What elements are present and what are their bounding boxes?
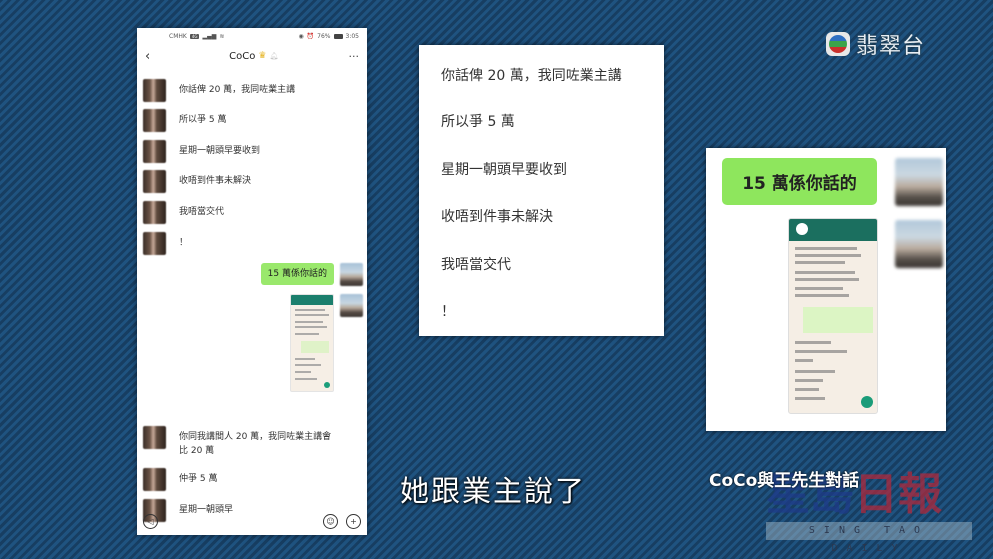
status-bar: CMHK 4G ▂▄▆ ≋ ◉ ⏰ 76% 3:05	[137, 28, 367, 45]
battery-icon	[333, 34, 343, 39]
message-text: 星期一朝頭早要收到	[179, 146, 261, 156]
contact-avatar[interactable]	[143, 468, 166, 491]
contact-avatar[interactable]	[143, 79, 166, 102]
message-text: 收唔到件事未解決	[179, 176, 252, 186]
emoji-icon[interactable]: ☺	[323, 513, 338, 529]
zoomed-message: ！	[441, 304, 455, 320]
contact-avatar[interactable]	[143, 201, 166, 224]
watermark-english: SING TAO DAILY	[766, 522, 972, 554]
zoomed-message: 我唔當交代	[441, 257, 511, 273]
zoomed-message: 收唔到件事未解決	[441, 209, 553, 225]
crown-icon: ♛	[258, 51, 267, 61]
message-outgoing-image	[290, 294, 363, 392]
network-badge: 4G	[189, 34, 200, 39]
reply-bubble: 15 萬係你話的	[260, 263, 334, 285]
plus-icon[interactable]: +	[346, 513, 361, 529]
message-incoming: 仲爭 5 萬	[143, 468, 217, 491]
message-text: 你話俾 20 萬，我同咗業主講	[179, 85, 296, 95]
chat-screenshot: CMHK 4G ▂▄▆ ≋ ◉ ⏰ 76% 3:05 ‹ CoCo ♛ 🔔︎ ·…	[137, 28, 367, 535]
message-text: 你同我講間人 20 萬，我同咗業主講會比 20 萬	[179, 432, 332, 456]
contact-avatar[interactable]	[143, 426, 166, 449]
message-text: 仲爭 5 萬	[179, 474, 218, 484]
chat-title: CoCo ♛ 🔔︎	[229, 51, 278, 62]
zoomed-message: 星期一朝頭早要收到	[441, 162, 567, 178]
message-incoming: 收唔到件事未解決	[143, 170, 251, 193]
zoomed-messages-panel: 你話俾 20 萬，我同咗業主講 所以爭 5 萬 星期一朝頭早要收到 收唔到件事未…	[419, 45, 664, 336]
message-incoming: 你同我講間人 20 萬，我同咗業主講會比 20 萬	[143, 426, 339, 458]
message-incoming: 星期一朝頭早要收到	[143, 140, 260, 163]
zoomed-message: 所以爭 5 萬	[441, 114, 515, 130]
message-text: 所以爭 5 萬	[179, 115, 227, 125]
carrier-label: CMHK	[169, 33, 187, 40]
wifi-icon: ≋	[219, 33, 225, 40]
message-text: 我唔當交代	[179, 207, 225, 217]
message-text: ！	[179, 238, 189, 248]
whatsapp-screenshot-image	[788, 218, 878, 414]
alarm-icon: ⏰	[306, 33, 315, 40]
contact-avatar[interactable]	[143, 140, 166, 163]
contact-avatar[interactable]	[143, 109, 166, 132]
channel-name: 翡翠台	[856, 34, 926, 59]
chat-header: ‹ CoCo ♛ 🔔︎ ···	[137, 45, 367, 67]
contact-avatar[interactable]	[143, 232, 166, 255]
whatsapp-screenshot-thumbnail[interactable]	[290, 294, 334, 392]
battery-percent: 76%	[317, 33, 331, 40]
contact-name: CoCo	[229, 50, 256, 62]
message-incoming: 所以爭 5 萬	[143, 109, 226, 132]
message-incoming: 我唔當交代	[143, 201, 224, 224]
voice-input-icon[interactable]: ◁	[143, 513, 158, 529]
zoomed-message: 你話俾 20 萬，我同咗業主講	[441, 68, 622, 84]
tvb-jade-logo: 翡翠台	[826, 28, 925, 60]
subtitle: 她跟業主說了	[400, 474, 587, 508]
my-avatar	[895, 158, 943, 206]
watermark-text-red: 日報	[854, 469, 942, 520]
send-icon	[861, 396, 873, 408]
back-icon[interactable]: ‹	[145, 49, 159, 64]
my-avatar	[895, 220, 943, 268]
signal-icon: ▂▄▆	[202, 33, 217, 40]
message-incoming: ！	[143, 232, 188, 255]
message-outgoing: 15 萬係你話的	[260, 263, 363, 286]
eye-icon: ◉	[298, 33, 304, 40]
message-incoming: 你話俾 20 萬，我同咗業主講	[143, 79, 295, 102]
caption-label: CoCo與王先生對話	[709, 471, 860, 491]
tvb-logo-icon	[826, 32, 850, 56]
zoomed-reply-bubble: 15 萬係你話的	[722, 158, 877, 205]
more-options-icon[interactable]: ···	[348, 50, 359, 63]
zoomed-reply-panel: 15 萬係你話的	[706, 148, 946, 431]
my-avatar[interactable]	[340, 294, 363, 317]
send-icon	[324, 382, 330, 388]
input-bar: ◁ ☺ +	[137, 507, 367, 535]
contact-avatar[interactable]	[143, 170, 166, 193]
mute-bell-icon: 🔔︎	[269, 52, 279, 60]
my-avatar[interactable]	[340, 263, 363, 286]
clock: 3:05	[345, 33, 359, 40]
